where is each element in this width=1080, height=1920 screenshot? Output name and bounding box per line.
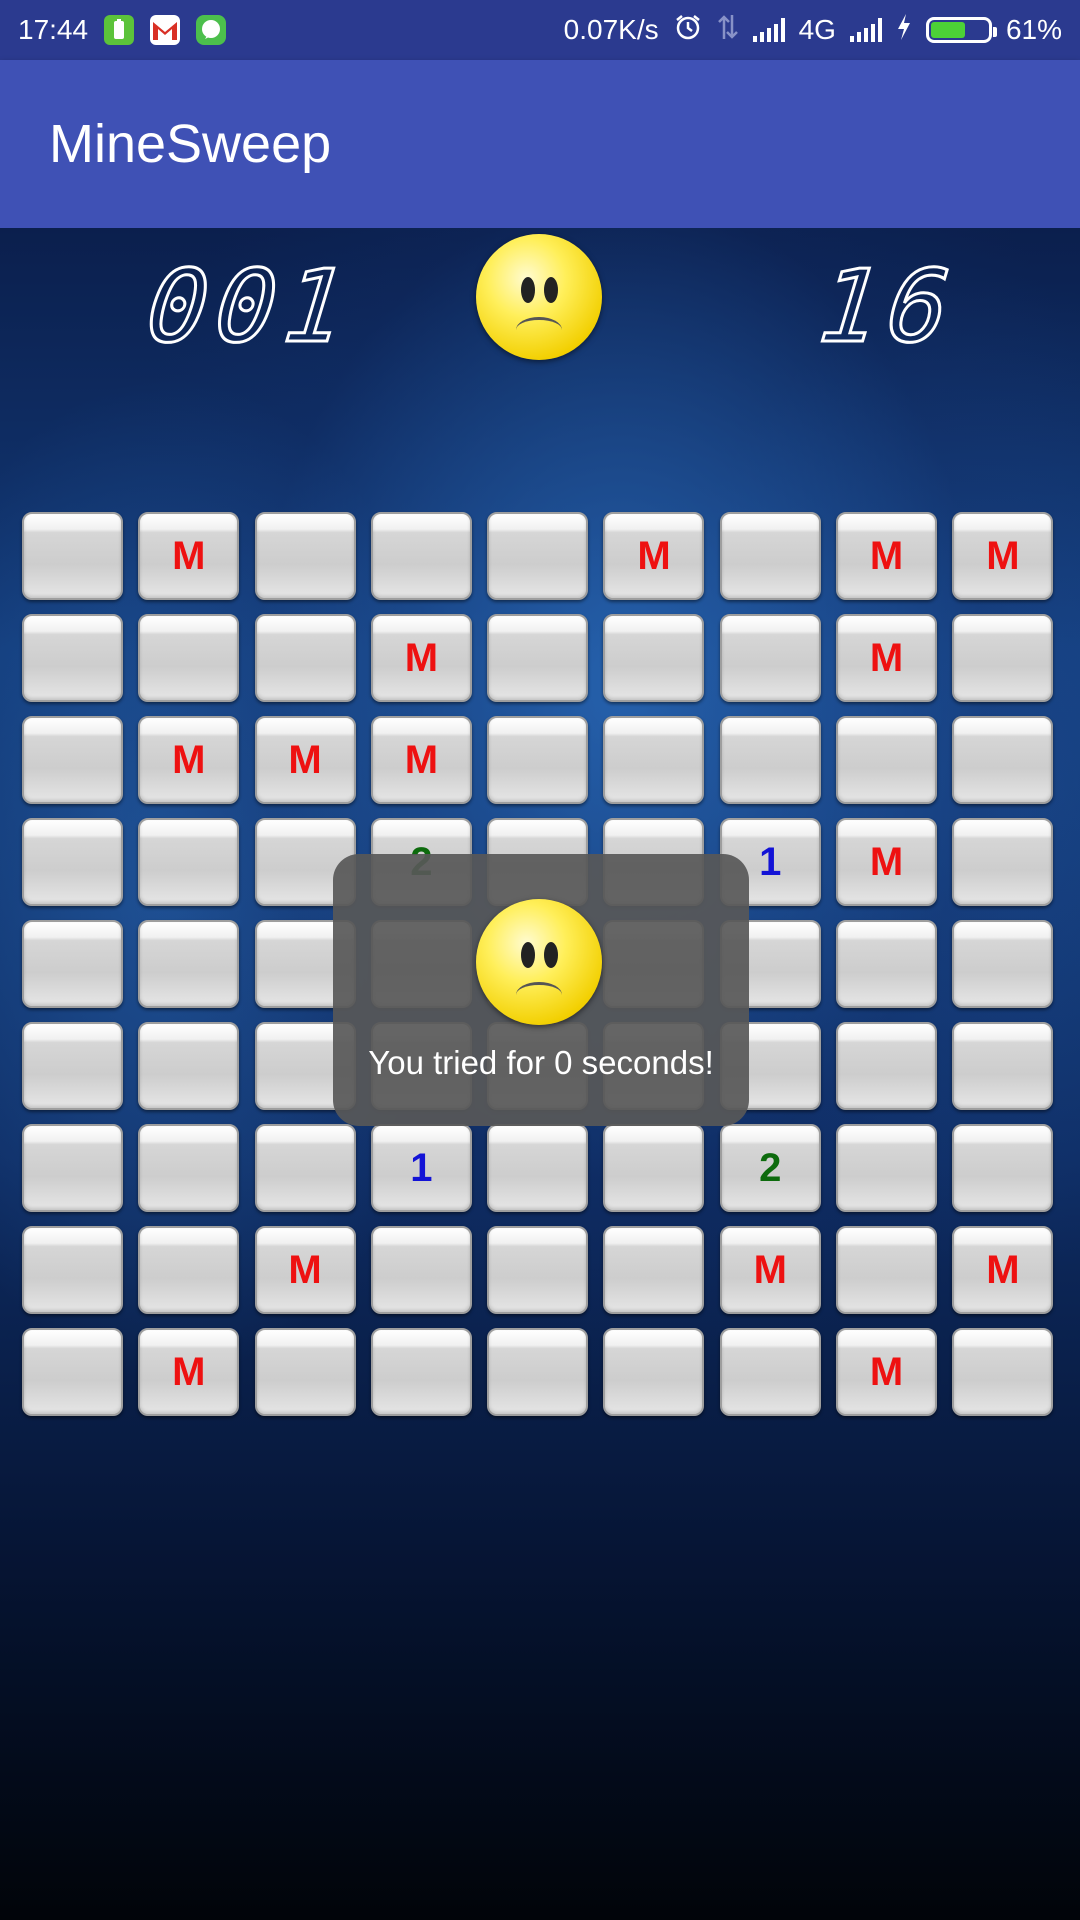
mine-counter: 001: [140, 247, 360, 367]
mine-flag-cell[interactable]: M: [254, 1226, 356, 1314]
mine-flag-cell[interactable]: M: [138, 512, 240, 600]
covered-cell[interactable]: [487, 716, 589, 804]
mine-flag-cell[interactable]: M: [719, 1226, 821, 1314]
covered-cell[interactable]: [22, 614, 123, 702]
covered-cell[interactable]: [952, 1124, 1054, 1212]
mine-flag-cell[interactable]: M: [836, 614, 938, 702]
status-time: 17:44: [18, 14, 89, 45]
signal-icon: [849, 18, 882, 42]
sad-face-icon: [476, 899, 602, 1025]
covered-cell[interactable]: [22, 512, 123, 600]
covered-cell[interactable]: [487, 1124, 589, 1212]
battery-app-icon: [104, 15, 135, 45]
number-cell[interactable]: 2: [719, 1124, 821, 1212]
covered-cell[interactable]: [836, 716, 938, 804]
covered-cell[interactable]: [22, 1124, 123, 1212]
covered-cell[interactable]: [138, 920, 240, 1008]
face-mouth: [516, 982, 562, 1008]
covered-cell[interactable]: [22, 1328, 123, 1416]
mine-flag-cell[interactable]: M: [836, 512, 938, 600]
mine-flag-cell[interactable]: M: [254, 716, 356, 804]
chat-app-icon: [196, 15, 227, 45]
mine-flag-cell[interactable]: M: [952, 1226, 1054, 1314]
covered-cell[interactable]: [603, 1124, 705, 1212]
face-eye: [544, 941, 559, 968]
sad-face-button[interactable]: [476, 234, 602, 360]
status-bar: 17:44 0.07K/s 4G 61%: [0, 0, 1080, 60]
mine-flag-cell[interactable]: M: [952, 512, 1054, 600]
covered-cell[interactable]: [22, 920, 123, 1008]
covered-cell[interactable]: [370, 1226, 472, 1314]
network-speed: 0.07K/s: [563, 14, 659, 45]
covered-cell[interactable]: [952, 818, 1054, 906]
face-eye: [521, 276, 536, 303]
covered-cell[interactable]: [719, 1328, 821, 1416]
timer-display: 16: [812, 247, 964, 367]
covered-cell[interactable]: [952, 716, 1054, 804]
covered-cell[interactable]: [836, 1226, 938, 1314]
network-type: 4G: [798, 14, 836, 45]
app-bar: MineSweep: [0, 60, 1080, 228]
covered-cell[interactable]: [603, 716, 705, 804]
charging-icon: [896, 13, 912, 48]
covered-cell[interactable]: [254, 614, 356, 702]
covered-cell[interactable]: [138, 818, 240, 906]
covered-cell[interactable]: [487, 614, 589, 702]
covered-cell[interactable]: [487, 1226, 589, 1314]
mine-flag-cell[interactable]: M: [138, 716, 240, 804]
covered-cell[interactable]: [487, 512, 589, 600]
battery-icon: [925, 17, 997, 43]
data-arrows-icon: [717, 13, 739, 48]
face-eye: [521, 941, 536, 968]
battery-percent: 61%: [1005, 14, 1062, 45]
mine-flag-cell[interactable]: M: [370, 716, 472, 804]
number-cell[interactable]: 1: [370, 1124, 472, 1212]
toast-popup: You tried for 0 seconds!: [333, 854, 749, 1126]
covered-cell[interactable]: [603, 1226, 705, 1314]
covered-cell[interactable]: [22, 818, 123, 906]
covered-cell[interactable]: [952, 614, 1054, 702]
alarm-icon: [673, 12, 703, 49]
covered-cell[interactable]: [138, 1226, 240, 1314]
covered-cell[interactable]: [138, 614, 240, 702]
covered-cell[interactable]: [836, 1022, 938, 1110]
covered-cell[interactable]: [719, 614, 821, 702]
covered-cell[interactable]: [952, 1328, 1054, 1416]
covered-cell[interactable]: [22, 1226, 123, 1314]
mine-flag-cell[interactable]: M: [138, 1328, 240, 1416]
covered-cell[interactable]: [370, 1328, 472, 1416]
mine-flag-cell[interactable]: M: [603, 512, 705, 600]
app-title: MineSweep: [49, 114, 332, 174]
covered-cell[interactable]: [254, 1124, 356, 1212]
mine-flag-cell[interactable]: M: [370, 614, 472, 702]
covered-cell[interactable]: [836, 920, 938, 1008]
toast-message: You tried for 0 seconds!: [368, 1044, 714, 1081]
face-mouth: [516, 317, 562, 343]
gmail-icon: [150, 15, 181, 45]
covered-cell[interactable]: [22, 1022, 123, 1110]
signal-icon: [752, 18, 785, 42]
covered-cell[interactable]: [603, 614, 705, 702]
covered-cell[interactable]: [487, 1328, 589, 1416]
face-eye: [544, 276, 559, 303]
covered-cell[interactable]: [254, 1328, 356, 1416]
mine-flag-cell[interactable]: M: [836, 1328, 938, 1416]
covered-cell[interactable]: [952, 1022, 1054, 1110]
covered-cell[interactable]: [952, 920, 1054, 1008]
covered-cell[interactable]: [603, 1328, 705, 1416]
mine-flag-cell[interactable]: M: [836, 818, 938, 906]
covered-cell[interactable]: [370, 512, 472, 600]
covered-cell[interactable]: [22, 716, 123, 804]
covered-cell[interactable]: [138, 1022, 240, 1110]
covered-cell[interactable]: [254, 512, 356, 600]
covered-cell[interactable]: [836, 1124, 938, 1212]
covered-cell[interactable]: [719, 512, 821, 600]
covered-cell[interactable]: [719, 716, 821, 804]
covered-cell[interactable]: [138, 1124, 240, 1212]
